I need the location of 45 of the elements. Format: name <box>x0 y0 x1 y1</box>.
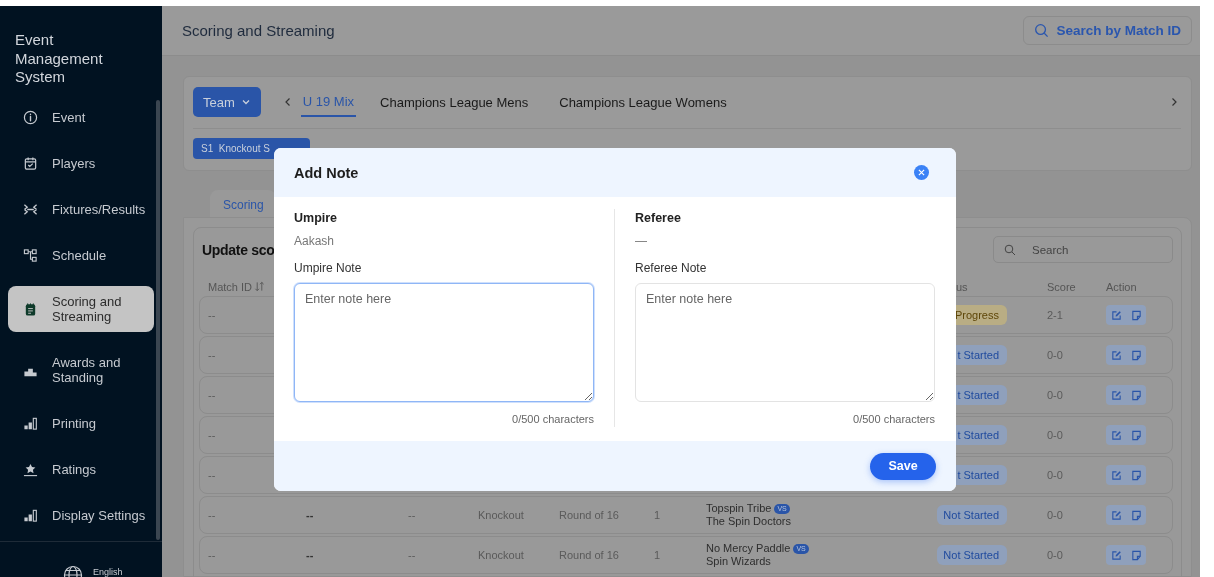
app-title: Event Management System <box>14 30 104 87</box>
official-name: — <box>635 233 648 250</box>
table-cell-text: 2-1 <box>1047 309 1064 321</box>
official-name: Aakash <box>294 233 336 250</box>
team-name: The Spin Doctors <box>706 515 792 528</box>
character-counter: 0/500 characters <box>852 413 935 425</box>
status-badge: Not Started <box>937 505 1007 525</box>
table-cell-text: 0-0 <box>1047 349 1064 361</box>
table-cell-text: -- <box>306 549 315 561</box>
table-cell-text: 0-0 <box>1047 389 1064 401</box>
table-cell-text: -- <box>208 509 217 521</box>
table-cell-text: -- <box>408 509 417 521</box>
column-header: Action <box>1106 280 1138 293</box>
table-cell-text: Knockout <box>478 509 525 521</box>
role-label: Referee <box>635 210 682 227</box>
table-cell-text: -- <box>208 469 217 481</box>
table-cell-text: -- <box>208 389 217 401</box>
table-cell-text: -- <box>208 549 217 561</box>
table-cell-text: -- <box>208 349 217 361</box>
role-label: Umpire <box>294 210 339 227</box>
status-badge: Not Started <box>937 545 1007 565</box>
character-counter: 0/500 characters <box>511 413 594 425</box>
column-header: Score <box>1047 280 1077 293</box>
table-cell-text: Round of 16 <box>559 549 620 561</box>
team-name: Topspin Tribe <box>706 502 772 515</box>
table-cell-text: 0-0 <box>1047 429 1064 441</box>
team-name: No Mercy Paddle <box>706 542 791 555</box>
field-label: Umpire Note <box>294 261 363 276</box>
table-cell-text: -- <box>306 509 315 521</box>
table-cell-text: 0-0 <box>1047 469 1064 481</box>
table-cell-text: -- <box>208 309 217 321</box>
column-header: us <box>955 280 969 293</box>
table-cell-text: 0-0 <box>1047 509 1064 521</box>
table-cell-text: 0-0 <box>1047 549 1064 561</box>
table-cell-text: 1 <box>654 509 662 521</box>
dialog-title: Add Note <box>294 164 359 181</box>
table-cell-text: Knockout <box>478 549 525 561</box>
table-cell-text: Round of 16 <box>559 509 620 521</box>
section-title: Update sco <box>202 241 275 258</box>
field-label: Referee Note <box>635 261 708 276</box>
table-cell-text: -- <box>408 549 417 561</box>
table-cell-text: 1 <box>654 549 662 561</box>
table-cell-text: -- <box>208 429 217 441</box>
page-title: Scoring and Streaming <box>182 22 335 39</box>
team-name: Spin Wizards <box>706 555 772 568</box>
